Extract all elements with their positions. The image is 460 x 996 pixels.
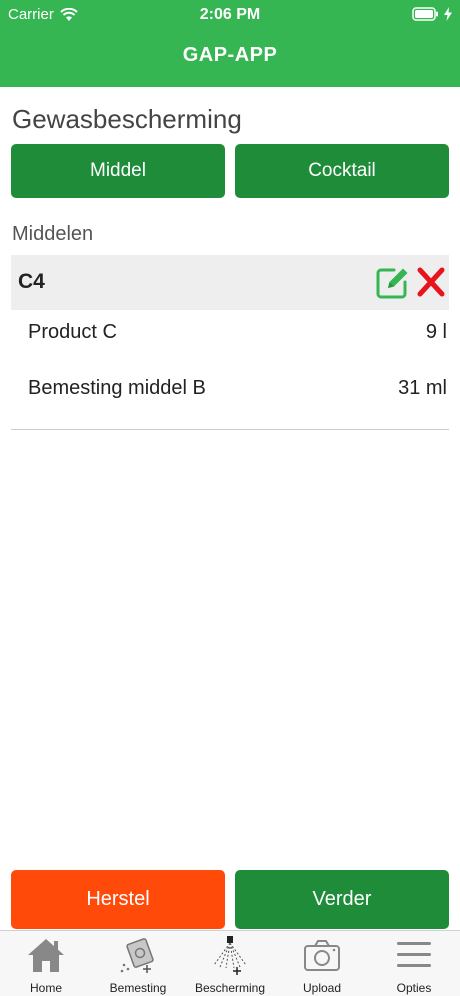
app-title: GAP-APP — [182, 44, 278, 66]
home-icon — [28, 939, 64, 972]
item-quantity: 31 ml — [398, 377, 447, 399]
tab-bescherming[interactable]: Bescherming — [184, 935, 276, 996]
fertilizer-icon — [120, 938, 154, 973]
menu-icon — [397, 942, 431, 967]
next-button[interactable]: Verder — [235, 870, 449, 929]
tab-opties[interactable]: Opties — [368, 935, 460, 996]
tab-upload[interactable]: Upload — [276, 935, 368, 996]
group-name: C4 — [18, 270, 45, 293]
add-middel-button[interactable]: Middel — [11, 144, 225, 198]
list-item[interactable]: Bemesting middel B 31 ml — [28, 373, 449, 403]
tab-label: Upload — [302, 981, 342, 995]
page-title: Gewasbescherming — [12, 104, 242, 134]
status-time: 2:06 PM — [199, 6, 261, 23]
tab-bar: Home Bemesting Bescherming Upload Opties — [0, 930, 460, 996]
tab-label: Bescherming — [194, 981, 266, 995]
battery-icon — [412, 7, 438, 21]
tab-bemesting[interactable]: Bemesting — [92, 935, 184, 996]
group-header: C4 — [11, 255, 449, 310]
battery-indicator — [412, 7, 452, 21]
item-name: Product C — [28, 321, 117, 343]
tab-label: Home — [29, 981, 62, 995]
item-name: Bemesting middel B — [28, 377, 206, 399]
item-quantity: 9 l — [425, 321, 447, 343]
tab-label: Bemesting — [109, 981, 167, 995]
add-cocktail-button[interactable]: Cocktail — [235, 144, 449, 198]
list-item[interactable]: Product C 9 l — [28, 317, 449, 347]
tab-home[interactable]: Home — [0, 935, 92, 996]
status-bar: Carrier 2:06 PM — [0, 0, 460, 30]
top-bar: Carrier 2:06 PM GAP-APP — [0, 0, 460, 87]
reset-button[interactable]: Herstel — [11, 870, 225, 929]
camera-icon — [304, 940, 340, 971]
list-divider — [11, 429, 449, 430]
sprayer-icon — [213, 936, 247, 975]
edit-icon[interactable] — [374, 265, 410, 301]
delete-icon[interactable] — [417, 267, 445, 297]
charging-icon — [444, 7, 452, 21]
tab-label: Opties — [396, 981, 432, 995]
list-title: Middelen — [12, 223, 94, 245]
